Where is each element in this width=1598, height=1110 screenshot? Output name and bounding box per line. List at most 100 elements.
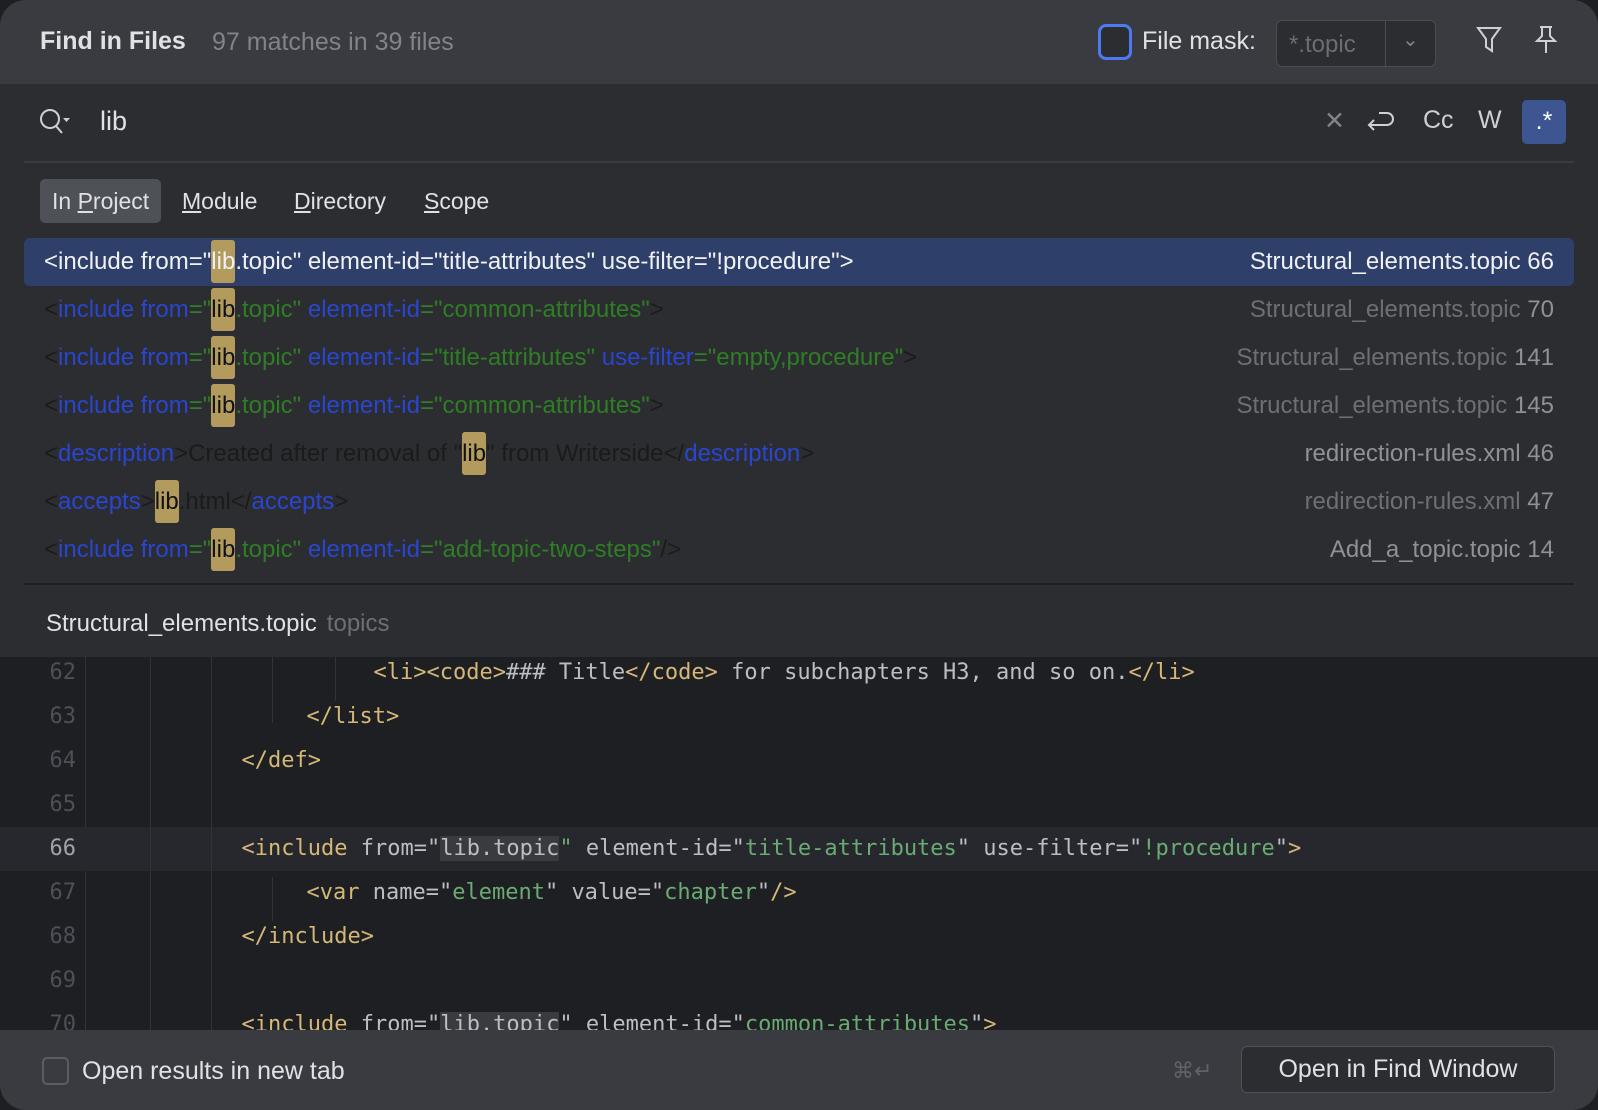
- result-text: >: [649, 392, 664, 419]
- code-token: from: [360, 836, 414, 861]
- result-text: element-id: [307, 536, 420, 563]
- result-line-number: 66: [1527, 248, 1554, 275]
- code-text: <li><code>### Title</code> for subchapte…: [374, 651, 1195, 695]
- code-token: element-id: [585, 836, 719, 861]
- tab-mnemonic: P: [77, 188, 93, 214]
- result-text: .topic": [235, 392, 308, 419]
- newline-icon[interactable]: [1365, 106, 1397, 143]
- result-text: .topic: [235, 248, 293, 275]
- line-number: 62: [49, 660, 77, 685]
- match-case-toggle[interactable]: Cc: [1423, 106, 1454, 135]
- pin-icon[interactable]: [1533, 24, 1559, 61]
- result-text: <: [44, 296, 59, 323]
- result-text: ="common-attributes": [419, 392, 650, 419]
- match-highlight: lib.topic: [440, 836, 560, 861]
- code-preview[interactable]: 62 <li><code>### Title</code> for subchap…: [0, 657, 1598, 1037]
- code-token: </list>: [306, 704, 400, 729]
- result-row[interactable]: <description>Created after removal of "l…: [24, 430, 1574, 478]
- code-token: </code>: [625, 660, 718, 685]
- result-line-number: 141: [1513, 344, 1554, 371]
- result-text: />: [660, 536, 682, 563]
- result-text: include: [58, 248, 141, 275]
- result-row[interactable]: <include from="lib.topic" element-id="ad…: [24, 526, 1574, 574]
- result-text: element-id: [307, 392, 420, 419]
- match-highlight: lib: [154, 480, 179, 523]
- result-text: <: [44, 440, 59, 467]
- search-history-icon[interactable]: [38, 106, 74, 145]
- result-text: >: [140, 488, 155, 515]
- code-token: ": [559, 836, 586, 861]
- search-bar: lib ✕ Cc W .*: [0, 84, 1598, 162]
- tab-label-suffix: odule: [201, 188, 258, 214]
- regex-toggle[interactable]: .*: [1522, 100, 1566, 144]
- result-text: <: [44, 248, 59, 275]
- search-input[interactable]: lib: [100, 106, 127, 137]
- result-text: =": [693, 248, 717, 275]
- code-line: 68 </include>: [0, 915, 1598, 959]
- scope-tab-in-project[interactable]: In Project: [40, 179, 162, 223]
- indent-guide: [272, 657, 273, 723]
- file-mask-combobox[interactable]: *.topic ⌄: [1276, 20, 1436, 67]
- clear-icon[interactable]: ✕: [1324, 106, 1345, 136]
- result-text: >: [334, 488, 349, 515]
- indent-guide: [335, 657, 336, 701]
- result-text: .topic": [235, 344, 308, 371]
- result-text: element-id: [307, 296, 420, 323]
- result-location: redirection-rules.xml 46: [1305, 430, 1554, 478]
- result-text: ="empty,procedure": [693, 344, 904, 371]
- filter-icon[interactable]: [1475, 24, 1503, 61]
- scope-tab-scope[interactable]: Scope: [412, 179, 501, 223]
- result-row[interactable]: <include from="lib.topic" element-id="ti…: [24, 334, 1574, 382]
- code-token: </def>: [241, 748, 321, 773]
- file-mask-input[interactable]: *.topic: [1289, 31, 1356, 59]
- result-text: ="add-topic-two-steps": [419, 536, 661, 563]
- result-text: include: [58, 536, 141, 563]
- result-row[interactable]: <accepts>lib.html</accepts> redirection-r…: [24, 478, 1574, 526]
- code-line: 67 <var name="element" value="chapter"/>: [0, 871, 1598, 915]
- code-token: use-filter: [983, 836, 1116, 861]
- result-location: Structural_elements.topic 145: [1236, 382, 1554, 430]
- result-file-name: Structural_elements.topic: [1236, 344, 1514, 371]
- result-text: ="common-attributes": [419, 296, 650, 323]
- match-highlight: lib: [211, 336, 236, 379]
- code-token: </li>: [1128, 660, 1195, 685]
- code-text: </def>: [242, 739, 321, 783]
- result-text: include: [58, 296, 141, 323]
- open-new-tab-checkbox[interactable]: [42, 1057, 69, 1085]
- line-number: 67: [49, 880, 77, 905]
- result-text: =": [188, 344, 212, 371]
- result-text: ="title-attributes": [419, 344, 602, 371]
- result-location: Structural_elements.topic 70: [1250, 286, 1554, 334]
- words-toggle[interactable]: W: [1478, 106, 1502, 135]
- open-new-tab-label[interactable]: Open results in new tab: [82, 1057, 345, 1086]
- divider: [24, 161, 1574, 163]
- result-text: use-filter: [601, 344, 694, 371]
- open-in-find-window-button[interactable]: Open in Find Window: [1241, 1046, 1555, 1093]
- result-row[interactable]: <include from="lib.topic" element-id="co…: [24, 286, 1574, 334]
- result-text: description: [58, 440, 175, 467]
- result-file-name: Structural_elements.topic: [1249, 296, 1528, 323]
- tab-label-suffix: roject: [92, 188, 150, 214]
- result-row[interactable]: <include from="lib.topic" element-id="ti…: [24, 238, 1574, 286]
- result-text: from: [140, 392, 189, 419]
- line-number: 64: [49, 748, 77, 773]
- chevron-down-icon[interactable]: ⌄: [1402, 27, 1419, 52]
- result-text: element-id: [307, 344, 420, 371]
- code-token: ": [756, 880, 771, 905]
- file-mask-checkbox[interactable]: [1098, 24, 1132, 60]
- line-number: 68: [49, 924, 77, 949]
- code-line: 66 <include from="lib.topic" element-id="…: [0, 827, 1598, 871]
- result-text: <: [44, 344, 59, 371]
- result-text: ": [586, 248, 602, 275]
- result-text: =": [188, 536, 212, 563]
- result-location: Add_a_topic.topic 14: [1330, 526, 1554, 574]
- result-text: <: [44, 392, 59, 419]
- result-row[interactable]: <include from="lib.topic" element-id="co…: [24, 382, 1574, 430]
- result-text: =": [419, 248, 443, 275]
- code-line: 63 </list>: [0, 695, 1598, 739]
- line-number: 69: [49, 968, 77, 993]
- scope-tab-module[interactable]: Module: [170, 179, 269, 223]
- code-line: 69: [0, 959, 1598, 1003]
- scope-tab-directory[interactable]: Directory: [282, 179, 398, 223]
- result-text: >: [903, 344, 918, 371]
